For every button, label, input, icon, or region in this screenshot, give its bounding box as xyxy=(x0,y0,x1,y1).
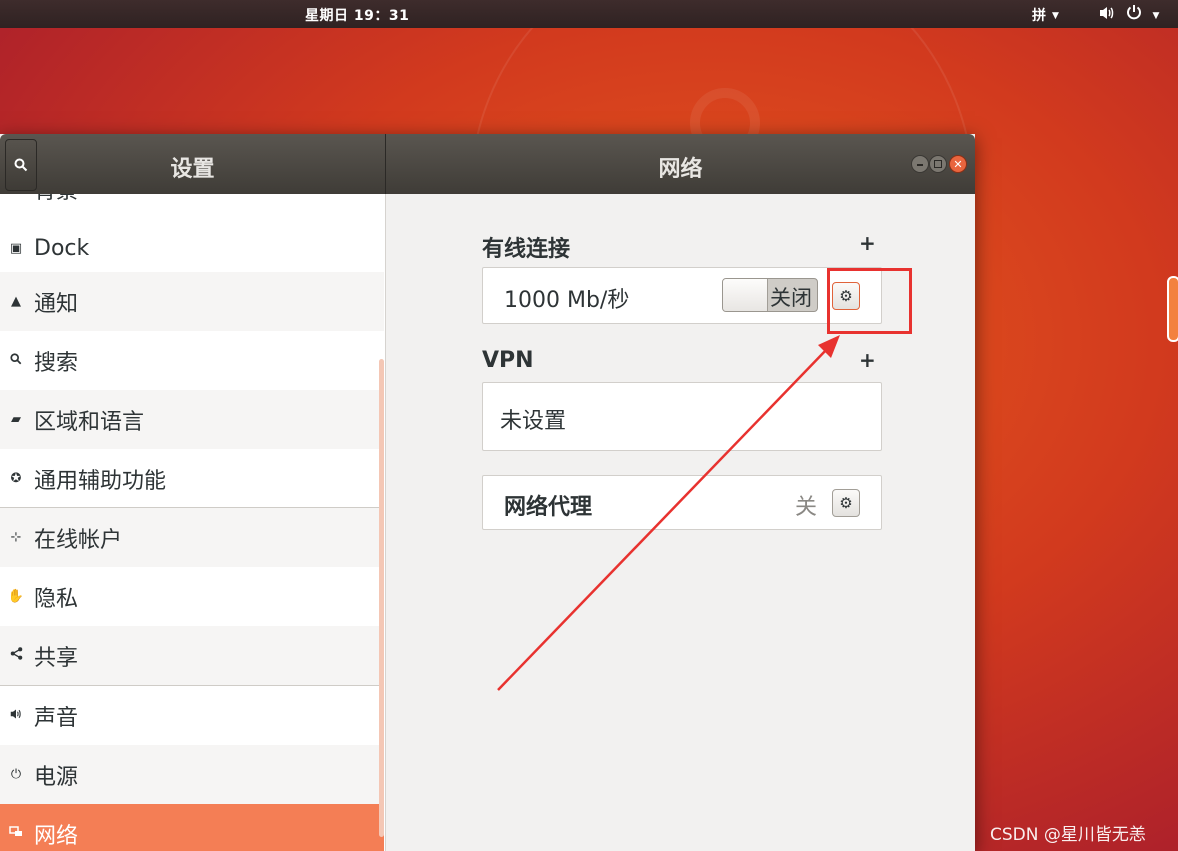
watermark: CSDN @星川皆无恙 xyxy=(990,825,1146,845)
annotation-arrow xyxy=(497,335,840,691)
desktop-scroll-indicator xyxy=(1167,276,1178,342)
